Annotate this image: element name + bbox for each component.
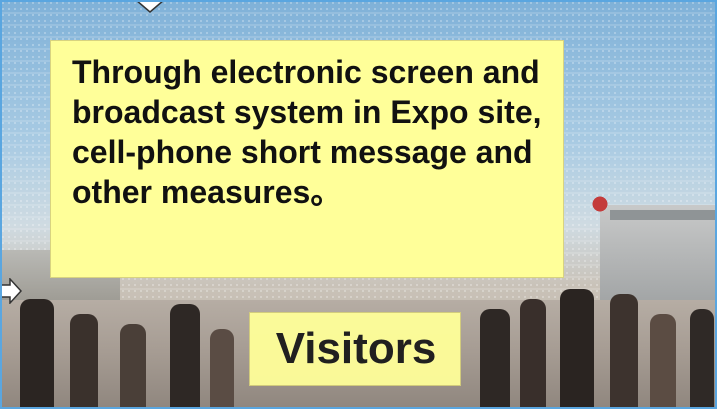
slide-border <box>0 0 717 409</box>
slide-canvas: Through electronic screen and broadcast … <box>0 0 717 409</box>
